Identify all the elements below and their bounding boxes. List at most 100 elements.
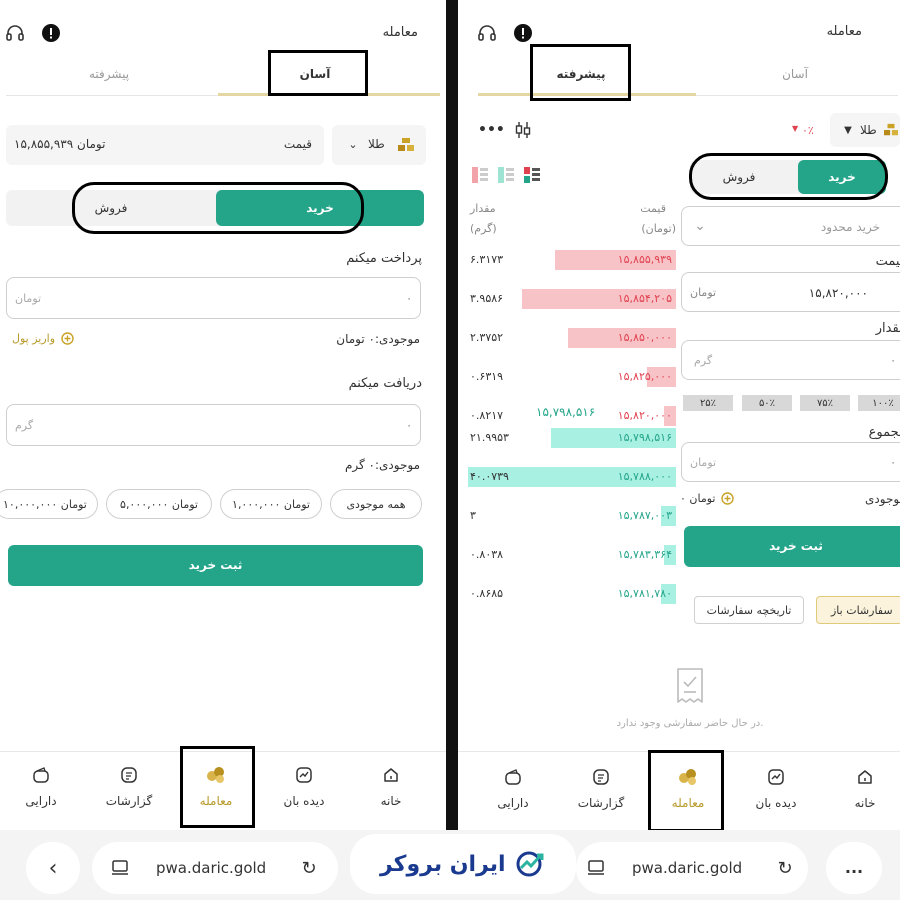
- bid-row[interactable]: ۴۰.۰۷۳۹ ۱۵,۷۸۸,۰۰۰: [468, 467, 676, 487]
- wallet-icon[interactable]: [502, 766, 524, 788]
- alert-icon[interactable]: [40, 22, 62, 44]
- ask-row[interactable]: ۰.۶۳۱۹ ۱۵,۸۲۵,۰۰۰: [468, 367, 676, 387]
- tab-switcher-icon: [108, 858, 132, 878]
- bid-price: ۱۵,۷۸۷,۰۰۳: [617, 509, 672, 522]
- highlight-box: [648, 750, 724, 832]
- order-history-label: تاریخچه سفارشات: [706, 604, 792, 617]
- chip-1m[interactable]: ۱,۰۰۰,۰۰۰ تومان: [220, 489, 322, 519]
- chip-all-balance[interactable]: همه موجودی: [330, 489, 422, 519]
- url-bar-left[interactable]: pwa.daric.gold ↻: [92, 842, 338, 894]
- reload-icon[interactable]: ↻: [774, 858, 796, 879]
- caret-down-icon: ▼: [844, 124, 852, 136]
- price-input[interactable]: تومان ۱۵,۸۲۰,۰۰۰: [681, 272, 900, 312]
- ask-amount: ۲.۳۷۵۲: [470, 331, 504, 344]
- home-icon[interactable]: [854, 766, 876, 788]
- receive-input[interactable]: گرم ۰: [6, 404, 421, 446]
- total-input-value: ۰: [890, 456, 896, 469]
- candlestick-icon[interactable]: [512, 120, 534, 140]
- col-price-unit: (تومان): [641, 222, 676, 235]
- gold-bars-icon: [882, 121, 900, 139]
- bid-amount: ۰.۸۶۸۵: [470, 587, 504, 600]
- url-bar-right[interactable]: pwa.daric.gold ↻: [576, 842, 808, 894]
- bid-row[interactable]: ۲۱.۹۹۵۳ ۱۵,۷۹۸,۵۱۶: [468, 428, 676, 448]
- reports-icon[interactable]: [590, 766, 612, 788]
- open-orders-label: سفارشات باز: [831, 604, 893, 617]
- percent-75[interactable]: ۷۵٪: [800, 395, 850, 411]
- bid-row[interactable]: ۰.۸۶۸۵ ۱۵,۷۸۱,۷۸۰: [468, 584, 676, 604]
- nav-watch[interactable]: دیده بان: [741, 796, 811, 810]
- wallet-icon[interactable]: [30, 764, 52, 786]
- deposit-link[interactable]: واریز پول: [12, 330, 92, 348]
- asset-label: طلا: [368, 137, 385, 151]
- highlight-box: [268, 50, 368, 96]
- bid-row[interactable]: ۰.۸۰۳۸ ۱۵,۷۸۳,۳۶۴: [468, 545, 676, 565]
- price-input-value: ۱۵,۸۲۰,۰۰۰: [808, 286, 868, 300]
- bid-price: ۱۵,۷۸۱,۷۸۰: [617, 587, 672, 600]
- gold-bars-icon: [396, 135, 416, 155]
- watchlist-icon[interactable]: [765, 766, 787, 788]
- headset-icon[interactable]: [4, 22, 26, 44]
- asset-selector[interactable]: ▼ طلا: [830, 113, 900, 147]
- nav-home[interactable]: خانه: [361, 794, 421, 808]
- more-icon[interactable]: •••: [478, 122, 505, 139]
- receive-placeholder: گرم: [15, 419, 34, 432]
- ask-price: ۱۵,۸۲۵,۰۰۰: [617, 370, 672, 383]
- open-orders-button[interactable]: سفارشات باز: [816, 596, 900, 624]
- watermark-brand: ایران بروکر: [350, 834, 576, 894]
- more-dots-icon: ...: [844, 858, 864, 877]
- col-amount-unit: (گرم): [470, 222, 497, 235]
- headset-icon[interactable]: [476, 22, 498, 44]
- ask-price: ۱۵,۸۲۰,۰۰۰: [617, 409, 672, 422]
- deposit-link[interactable]: ۰ تومان: [680, 489, 740, 507]
- reload-icon[interactable]: ↻: [298, 858, 320, 879]
- total-input[interactable]: تومان ۰: [681, 442, 900, 482]
- percent-25[interactable]: ۲۵٪: [683, 395, 733, 411]
- home-icon[interactable]: [380, 764, 402, 786]
- watchlist-icon[interactable]: [293, 764, 315, 786]
- percent-50[interactable]: ۵۰٪: [742, 395, 792, 411]
- page-title: معامله: [382, 25, 418, 40]
- alert-icon[interactable]: [512, 22, 534, 44]
- pay-label: پرداخت میکنم: [346, 251, 422, 266]
- submit-buy-button[interactable]: ثبت خرید: [8, 545, 423, 586]
- chevron-down-icon: ⌄: [694, 218, 706, 234]
- balance-toman: موجودی:۰ تومان: [336, 332, 420, 346]
- orderbook-bids-view-icon[interactable]: [496, 165, 516, 185]
- url-left: pwa.daric.gold: [156, 859, 267, 877]
- reports-icon[interactable]: [118, 764, 140, 786]
- nav-assets[interactable]: دارایی: [483, 796, 543, 810]
- chip-10m[interactable]: ۱۰,۰۰۰,۰۰۰ تومان: [0, 489, 98, 519]
- nav-reports[interactable]: گزارشات: [566, 796, 636, 810]
- ask-row[interactable]: ۶.۳۱۷۳ ۱۵,۸۵۵,۹۳۹: [468, 250, 676, 270]
- tab-advanced[interactable]: پیشرفته: [44, 67, 174, 81]
- asset-selector[interactable]: ⌄ طلا: [332, 125, 426, 165]
- bid-row[interactable]: ۳ ۱۵,۷۸۷,۰۰۳: [468, 506, 676, 526]
- back-button[interactable]: ‹: [26, 842, 80, 894]
- amount-input[interactable]: گرم ۰: [681, 340, 900, 380]
- nav-reports[interactable]: گزارشات: [94, 794, 164, 808]
- orderbook-asks-view-icon[interactable]: [470, 165, 490, 185]
- submit-buy-label: ثبت خرید: [188, 558, 243, 572]
- nav-home[interactable]: خانه: [835, 796, 895, 810]
- percent-100[interactable]: ۱۰۰٪: [858, 395, 900, 411]
- ask-row[interactable]: ۳.۹۵۸۶ ۱۵,۸۵۴,۲۰۵: [468, 289, 676, 309]
- plus-circle-icon: [720, 491, 734, 505]
- more-menu-button[interactable]: ...: [826, 842, 882, 894]
- ask-row[interactable]: ۲.۳۷۵۲ ۱۵,۸۵۰,۰۰۰: [468, 328, 676, 348]
- nav-assets[interactable]: دارایی: [11, 794, 71, 808]
- bid-price: ۱۵,۷۸۸,۰۰۰: [617, 470, 672, 483]
- order-type-select[interactable]: ⌄ خرید محدود: [681, 206, 900, 246]
- balance-label: موجودی: [865, 492, 900, 506]
- order-history-button[interactable]: تاریخچه سفارشات: [694, 596, 804, 624]
- mid-price: ۱۵,۷۹۸,۵۱۶: [536, 405, 596, 419]
- tab-easy[interactable]: آسان: [730, 67, 860, 81]
- amount-unit: گرم: [694, 354, 713, 367]
- brand-logo-icon: [514, 850, 548, 878]
- pay-input[interactable]: تومان ۰: [6, 277, 421, 319]
- submit-buy-button[interactable]: ثبت خرید: [684, 526, 900, 567]
- deposit-label: واریز پول: [12, 332, 56, 345]
- nav-watch[interactable]: دیده بان: [269, 794, 339, 808]
- chip-5m[interactable]: ۵,۰۰۰,۰۰۰ تومان: [106, 489, 212, 519]
- orderbook-both-view-icon[interactable]: [522, 165, 542, 185]
- screen-divider: [446, 0, 458, 830]
